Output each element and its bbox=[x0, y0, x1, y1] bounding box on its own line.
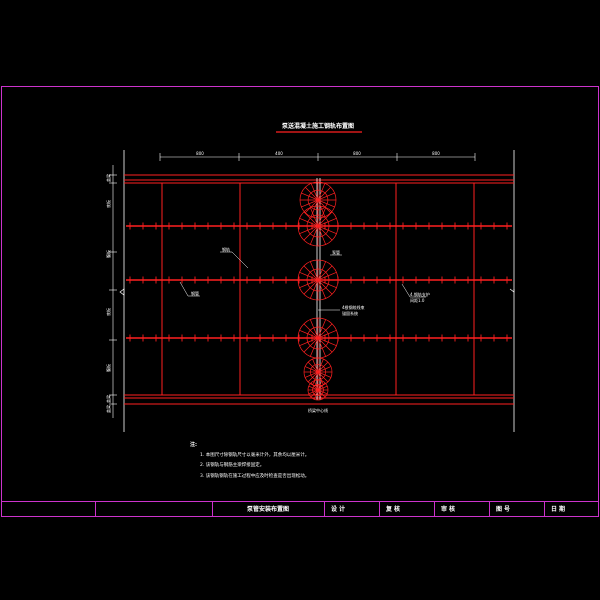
row-label-3: 腹板 bbox=[105, 250, 111, 258]
cad-drawing: 泵送混凝土施工钢轨布置图 800 400 800 800 盖梁 底板 腹板 底板… bbox=[1, 86, 599, 517]
dimension-label-4: 800 bbox=[432, 151, 440, 156]
drawing-frame bbox=[1, 86, 599, 517]
fan-spoke bbox=[303, 211, 319, 227]
top-dimension bbox=[159, 153, 476, 161]
callout-steel-pipe: 钢管 bbox=[191, 290, 199, 296]
title-block-dividers bbox=[95, 501, 545, 517]
title-block-design: 设 计 bbox=[331, 505, 345, 513]
title-block-review: 复 核 bbox=[385, 505, 400, 513]
row-label-6: 盖梁 bbox=[105, 395, 111, 403]
bottom-label: 桥梁中心线 bbox=[308, 407, 328, 413]
callout-support: 4.钢轨支护 bbox=[410, 291, 430, 297]
dimension-label-3: 800 bbox=[353, 151, 361, 156]
fan-group bbox=[297, 205, 339, 247]
row-label-7: 盖梁 bbox=[105, 405, 111, 413]
callout-strand: 4根钢绞线束 bbox=[342, 304, 365, 310]
note-2: 2. 该钢轨与钢筋主梁焊接固定。 bbox=[200, 461, 264, 468]
note-3: 3. 该钢轨钢轨在施工过程中应及时检查是否出现松动。 bbox=[200, 472, 309, 479]
title-block-approve: 审 核 bbox=[441, 505, 455, 513]
fan-spoke bbox=[317, 382, 326, 391]
dimension-label-2: 400 bbox=[275, 151, 283, 156]
fan-spoke bbox=[307, 361, 319, 373]
fan-spoke bbox=[303, 225, 319, 241]
callout-lines bbox=[179, 251, 426, 311]
pump-pipe-fans bbox=[297, 181, 339, 401]
title-block-drawing-name: 泵管安装布置图 bbox=[247, 505, 289, 513]
row-label-1: 盖梁 bbox=[105, 174, 111, 182]
notes-heading: 注: bbox=[190, 441, 197, 448]
title-block-date: 日 期 bbox=[551, 505, 565, 513]
fan-group bbox=[297, 317, 339, 359]
callout-rail: 钢轨 bbox=[222, 246, 230, 252]
drawing-title: 泵送混凝土施工钢轨布置图 bbox=[282, 122, 354, 130]
center-line bbox=[316, 178, 321, 400]
callout-spacing: 间距1.0 bbox=[410, 297, 425, 303]
row-label-5: 腹板 bbox=[105, 364, 111, 372]
title-block-drawing-no: 图 号 bbox=[496, 505, 510, 513]
fan-spoke bbox=[303, 323, 319, 339]
fan-group bbox=[297, 259, 339, 301]
fan-spoke bbox=[303, 337, 319, 353]
fan-spoke bbox=[317, 389, 326, 398]
fan-spoke bbox=[305, 187, 319, 201]
dimension-label-1: 800 bbox=[196, 151, 204, 156]
callout-anchor: 锚固系统 bbox=[342, 310, 358, 316]
fan-spoke bbox=[303, 279, 319, 295]
fan-group bbox=[307, 379, 329, 401]
fan-spoke bbox=[303, 265, 319, 281]
row-label-2: 底板 bbox=[105, 200, 111, 208]
callout-pump-pipe: 泵管 bbox=[332, 249, 340, 255]
fan-spoke bbox=[317, 361, 329, 373]
note-1: 1. 本图尺寸除钢轨尺寸以毫米计外，其余均以厘米计。 bbox=[200, 451, 309, 458]
row-label-4: 底板 bbox=[105, 308, 111, 316]
